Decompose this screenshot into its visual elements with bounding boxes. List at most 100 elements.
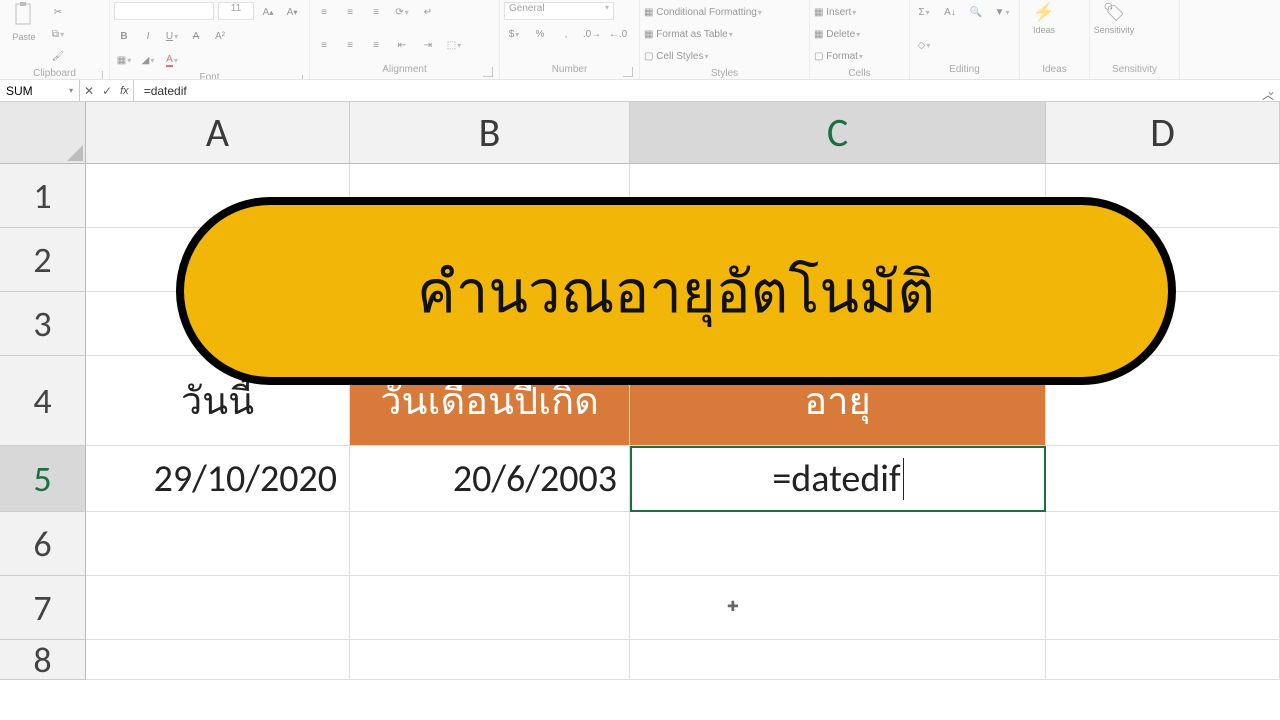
cell-D8[interactable]	[1046, 640, 1280, 680]
cut-button[interactable]: ✂	[48, 2, 68, 22]
row-header-4[interactable]: 4	[0, 356, 86, 446]
autosum-button[interactable]: Σ▾	[914, 2, 934, 22]
comma-button[interactable]: ,	[556, 24, 576, 44]
cell-A6[interactable]	[86, 512, 350, 576]
cell-C5-editing: =datedif	[772, 456, 900, 502]
currency-button[interactable]: $▾	[504, 24, 524, 44]
formula-input[interactable]: =datedif	[134, 80, 1262, 101]
format-as-table-button[interactable]: ▦ Format as Table▾	[644, 24, 733, 44]
fill-color-button[interactable]: ◢▾	[138, 50, 158, 70]
cell-B5[interactable]: 20/6/2003	[350, 446, 630, 512]
insert-cells-button[interactable]: ▦ Insert▾	[814, 2, 856, 22]
cell-C5[interactable]: =datedif	[630, 446, 1046, 512]
cursor-crosshair-icon: ✚	[727, 598, 739, 615]
merge-button[interactable]: ⬚▾	[444, 35, 464, 55]
cell-B7[interactable]	[350, 576, 630, 640]
column-header-C[interactable]: C	[630, 102, 1046, 164]
cell-A8[interactable]	[86, 640, 350, 680]
cell-D5[interactable]	[1046, 446, 1280, 512]
ribbon: Paste ✂ ⧉▾ 🖌 Clipboard 11 A▴ A▾ B I U▾ A…	[0, 0, 1280, 80]
sort-button[interactable]: A↓	[940, 2, 960, 22]
format-cells-button[interactable]: ▢ Format▾	[814, 46, 863, 66]
shrink-font-button[interactable]: A▾	[282, 2, 302, 22]
text-caret	[903, 458, 904, 500]
align-left-button[interactable]: ≡	[314, 35, 334, 55]
italic-button[interactable]: I	[138, 26, 158, 46]
align-center-button[interactable]: ≡	[340, 35, 360, 55]
align-right-button[interactable]: ≡	[366, 35, 386, 55]
launcher-icon[interactable]	[93, 71, 103, 80]
bucket-icon: ◢	[142, 55, 150, 66]
cell-A5[interactable]: 29/10/2020	[86, 446, 350, 512]
row-header-8[interactable]: 8	[0, 640, 86, 680]
row-header-3[interactable]: 3	[0, 292, 86, 356]
strike-button[interactable]: A	[186, 26, 206, 46]
collapse-ribbon-button[interactable]: ︿	[1262, 86, 1274, 103]
font-family-dropdown[interactable]	[114, 2, 214, 20]
font-size-dropdown[interactable]: 11	[218, 2, 254, 20]
align-bottom-button[interactable]: ≡	[366, 2, 386, 22]
group-sensitivity-label: Sensitivity	[1112, 64, 1157, 75]
conditional-formatting-button[interactable]: ▦ Conditional Formatting▾	[644, 2, 762, 22]
format-painter-button[interactable]: 🖌	[48, 46, 68, 66]
cell-C6[interactable]	[630, 512, 1046, 576]
align-top-button[interactable]: ≡	[314, 2, 334, 22]
cell-B8[interactable]	[350, 640, 630, 680]
delete-cells-button[interactable]: ▦ Delete▾	[814, 24, 860, 44]
copy-icon: ⧉	[52, 29, 59, 40]
formula-bar: SUM ▾ ✕ ✓ fx =datedif ⌄	[0, 80, 1280, 102]
increase-decimal-button[interactable]: .0→	[582, 24, 602, 44]
cell-A7[interactable]	[86, 576, 350, 640]
row-header-6[interactable]: 6	[0, 512, 86, 576]
font-color-button[interactable]: A▾	[162, 50, 182, 70]
cancel-formula-button[interactable]: ✕	[84, 84, 94, 98]
decrease-decimal-button[interactable]: ←.0	[608, 24, 628, 44]
select-all-triangle[interactable]	[0, 102, 86, 164]
callout-text: คำนวณอายุอัตโนมัติ	[417, 245, 935, 338]
launcher-icon[interactable]	[623, 67, 633, 77]
name-box[interactable]: SUM ▾	[0, 80, 80, 101]
launcher-icon[interactable]	[483, 67, 493, 77]
ideas-button[interactable]: ⚡Ideas	[1024, 2, 1064, 50]
column-header-D[interactable]: D	[1046, 102, 1280, 164]
launcher-icon[interactable]	[293, 75, 303, 80]
percent-button[interactable]: %	[530, 24, 550, 44]
lightning-icon: ⚡	[1033, 2, 1055, 23]
cell-D6[interactable]	[1046, 512, 1280, 576]
orientation-button[interactable]: ⟳▾	[392, 2, 412, 22]
cell-C8[interactable]	[630, 640, 1046, 680]
indent-increase-button[interactable]: ⇥	[418, 35, 438, 55]
row-header-2[interactable]: 2	[0, 228, 86, 292]
cell-icon: ▢	[644, 51, 653, 62]
brush-icon: 🖌	[52, 51, 65, 62]
number-format-dropdown[interactable]: General ▾	[504, 2, 614, 20]
cell-D7[interactable]	[1046, 576, 1280, 640]
title-callout-shape[interactable]: คำนวณอายุอัตโนมัติ	[176, 197, 1176, 385]
grow-font-button[interactable]: A▴	[258, 2, 278, 22]
super-button[interactable]: A²	[210, 26, 230, 46]
column-header-A[interactable]: A	[86, 102, 350, 164]
row-header-1[interactable]: 1	[0, 164, 86, 228]
cell-C7[interactable]	[630, 576, 1046, 640]
borders-button[interactable]: ▦▾	[114, 50, 134, 70]
confirm-formula-button[interactable]: ✓	[102, 84, 112, 98]
fill-button[interactable]: ▼▾	[992, 2, 1012, 22]
indent-decrease-button[interactable]: ⇤	[392, 35, 412, 55]
cell-B6[interactable]	[350, 512, 630, 576]
paste-button[interactable]: Paste	[4, 2, 44, 50]
cell-styles-button[interactable]: ▢ Cell Styles▾	[644, 46, 709, 66]
insert-icon: ▦	[814, 7, 823, 18]
sensitivity-button[interactable]: 🏷Sensitivity	[1094, 2, 1134, 50]
align-middle-button[interactable]: ≡	[340, 2, 360, 22]
clear-button[interactable]: ◇▾	[914, 35, 934, 55]
column-header-B[interactable]: B	[350, 102, 630, 164]
copy-button[interactable]: ⧉▾	[48, 24, 68, 44]
row-header-7[interactable]: 7	[0, 576, 86, 640]
delete-icon: ▦	[814, 29, 823, 40]
insert-function-button[interactable]: fx	[120, 85, 129, 97]
bold-button[interactable]: B	[114, 26, 134, 46]
row-header-5[interactable]: 5	[0, 446, 86, 512]
wrap-text-button[interactable]: ↵	[418, 2, 438, 22]
find-button[interactable]: 🔍	[966, 2, 986, 22]
underline-button[interactable]: U▾	[162, 26, 182, 46]
